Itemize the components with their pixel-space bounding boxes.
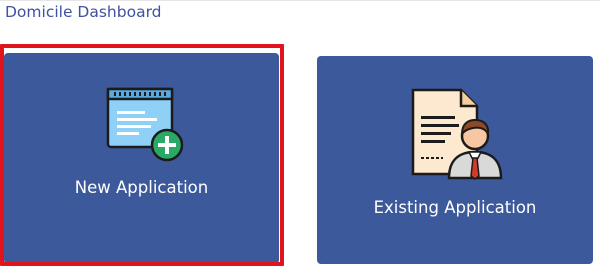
new-application-label: New Application bbox=[74, 178, 209, 197]
existing-application-label: Existing Application bbox=[373, 198, 537, 217]
page-title: Domicile Dashboard bbox=[5, 3, 162, 21]
existing-application-card[interactable]: Existing Application bbox=[317, 56, 593, 264]
document-add-icon bbox=[106, 87, 184, 162]
certificate-person-icon bbox=[411, 88, 503, 180]
top-divider bbox=[0, 0, 600, 1]
new-application-card[interactable]: New Application bbox=[4, 53, 279, 264]
